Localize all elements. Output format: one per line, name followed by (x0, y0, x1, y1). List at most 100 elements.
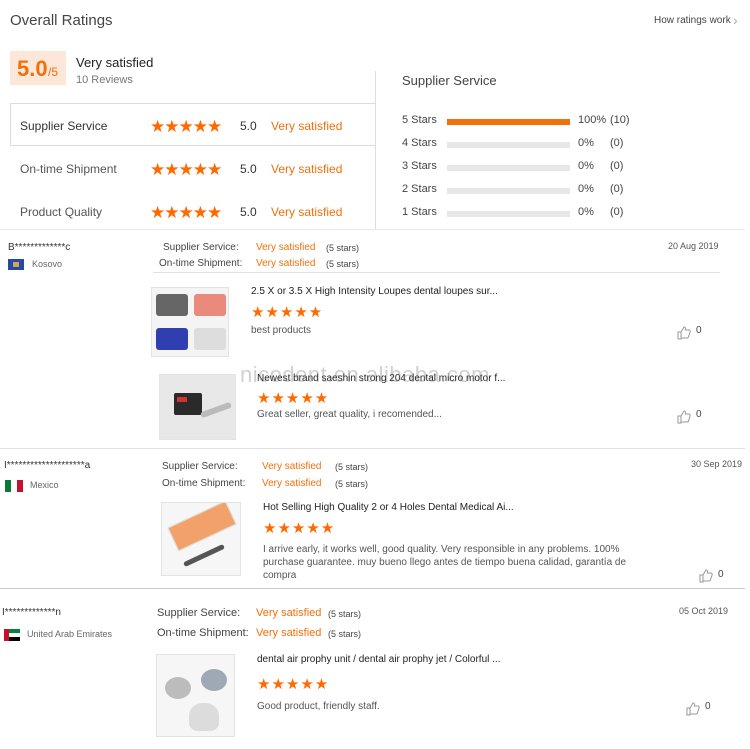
service-value: Very satisfied (256, 607, 322, 619)
like-count: 0 (718, 569, 724, 580)
summary-row-shipment: On-time Shipment ★★★★★ 5.0 Very satisfie… (20, 160, 370, 180)
product-thumbnail[interactable] (156, 654, 235, 737)
breakdown-row-label[interactable]: 4 Stars (402, 137, 437, 149)
breakdown-row-count: (0) (610, 206, 624, 218)
thumbs-up-icon[interactable] (677, 410, 691, 424)
score-value: 5.0 (17, 56, 48, 81)
summary-label: Very satisfied (76, 55, 154, 70)
product-comment: Great seller, great quality, i recomende… (257, 409, 442, 420)
product-thumbnail[interactable] (161, 502, 241, 576)
breakdown-bar-track (447, 165, 570, 171)
summary-row-label: Supplier Service (20, 119, 108, 133)
review-user: I*************n (2, 607, 61, 618)
shipment-stars: (5 stars) (335, 479, 369, 489)
product-comment: I arrive early, it works well, good qual… (263, 544, 627, 581)
shipment-value: Very satisfied (262, 478, 322, 489)
star-rating-icon: ★★★★★ (150, 160, 222, 179)
thumbs-up-icon[interactable] (677, 326, 691, 340)
uae-flag-icon (4, 629, 20, 641)
review-date: 30 Sep 2019 (691, 459, 743, 469)
review-date: 05 Oct 2019 (679, 606, 729, 616)
review-country: Kosovo (32, 259, 63, 269)
mexico-flag-icon (5, 480, 23, 492)
summary-row-label: Product Quality (20, 205, 103, 219)
watermark: nicodent.en.alibaba.com (240, 362, 490, 387)
product-title[interactable]: Hot Selling High Quality 2 or 4 Holes De… (263, 502, 514, 513)
service-value: Very satisfied (262, 461, 322, 472)
service-stars: (5 stars) (335, 462, 369, 472)
thumbs-up-icon[interactable] (699, 569, 713, 583)
summary-row-rating: Very satisfied (271, 162, 343, 176)
divider (0, 448, 745, 449)
product-comment: best products (251, 325, 312, 336)
shipment-stars: (5 stars) (328, 629, 362, 639)
shipment-label: On-time Shipment: (162, 478, 246, 489)
service-label: Supplier Service: (163, 242, 239, 253)
review-date: 20 Aug 2019 (668, 241, 719, 251)
breakdown-row-count: (0) (610, 160, 624, 172)
breakdown-bar-track (447, 211, 570, 217)
shipment-stars: (5 stars) (326, 259, 360, 269)
star-rating-icon: ★★★★★ (150, 117, 222, 136)
review-user: B*************c (8, 242, 71, 253)
score-badge: 5.0 /5 (10, 51, 66, 85)
breakdown-row-count: (10) (610, 114, 630, 126)
divider (153, 272, 720, 273)
product-star-rating-icon: ★★★★★ (263, 520, 336, 537)
breakdown-row-percent: 0% (578, 160, 594, 172)
breakdown-bar-track (447, 188, 570, 194)
summary-row-label: On-time Shipment (20, 162, 117, 176)
shipment-label: On-time Shipment: (159, 258, 243, 269)
breakdown-row-percent: 100% (578, 114, 607, 126)
product-star-rating-icon: ★★★★★ (251, 304, 324, 321)
breakdown-row-label[interactable]: 5 Stars (402, 114, 437, 126)
score-out-of: /5 (48, 65, 59, 79)
divider (0, 588, 745, 589)
product-comment: Good product, friendly staff. (257, 701, 380, 712)
service-stars: (5 stars) (328, 609, 362, 619)
summary-row-value: 5.0 (240, 119, 257, 133)
product-star-rating-icon: ★★★★★ (257, 390, 330, 407)
product-title[interactable]: 2.5 X or 3.5 X High Intensity Loupes den… (251, 286, 498, 297)
kosovo-flag-icon (8, 259, 24, 270)
like-count: 0 (696, 325, 702, 336)
reviews-count: 10 Reviews (76, 74, 133, 86)
review-country: Mexico (30, 480, 59, 490)
breakdown-bar-track (447, 142, 570, 148)
shipment-value: Very satisfied (256, 258, 316, 269)
breakdown-row-label[interactable]: 1 Stars (402, 206, 437, 218)
breakdown-row-percent: 0% (578, 206, 594, 218)
help-icon[interactable]: › (733, 12, 738, 28)
like-count: 0 (705, 701, 711, 712)
product-thumbnail[interactable] (151, 287, 229, 357)
like-count: 0 (696, 409, 702, 420)
summary-row-quality: Product Quality ★★★★★ 5.0 Very satisfied (20, 203, 370, 223)
summary-row-rating: Very satisfied (271, 119, 343, 133)
breakdown-row-count: (0) (610, 183, 624, 195)
service-stars: (5 stars) (326, 243, 360, 253)
summary-row-value: 5.0 (240, 205, 257, 219)
thumbs-up-icon[interactable] (686, 702, 700, 716)
summary-row-rating: Very satisfied (271, 205, 343, 219)
service-label: Supplier Service: (162, 461, 238, 472)
how-ratings-work-link[interactable]: How ratings work (654, 15, 731, 26)
breakdown-bar-fill (447, 119, 570, 125)
product-title[interactable]: dental air prophy unit / dental air prop… (257, 654, 500, 665)
shipment-value: Very satisfied (256, 627, 322, 639)
product-star-rating-icon: ★★★★★ (257, 676, 330, 693)
breakdown-row-percent: 0% (578, 137, 594, 149)
breakdown-row-label[interactable]: 3 Stars (402, 160, 437, 172)
review-user: I********************a (4, 460, 91, 471)
breakdown-title[interactable]: Supplier Service (402, 73, 497, 88)
service-value: Very satisfied (256, 242, 316, 253)
review-country: United Arab Emirates (27, 629, 113, 639)
service-label: Supplier Service: (157, 607, 241, 619)
summary-row-service: Supplier Service ★★★★★ 5.0 Very satisfie… (20, 117, 370, 137)
star-rating-icon: ★★★★★ (150, 203, 222, 222)
breakdown-row-count: (0) (610, 137, 624, 149)
shipment-label: On-time Shipment: (157, 627, 249, 639)
divider (0, 229, 745, 230)
product-thumbnail[interactable] (159, 374, 236, 440)
breakdown-row-label[interactable]: 2 Stars (402, 183, 437, 195)
summary-row-value: 5.0 (240, 162, 257, 176)
